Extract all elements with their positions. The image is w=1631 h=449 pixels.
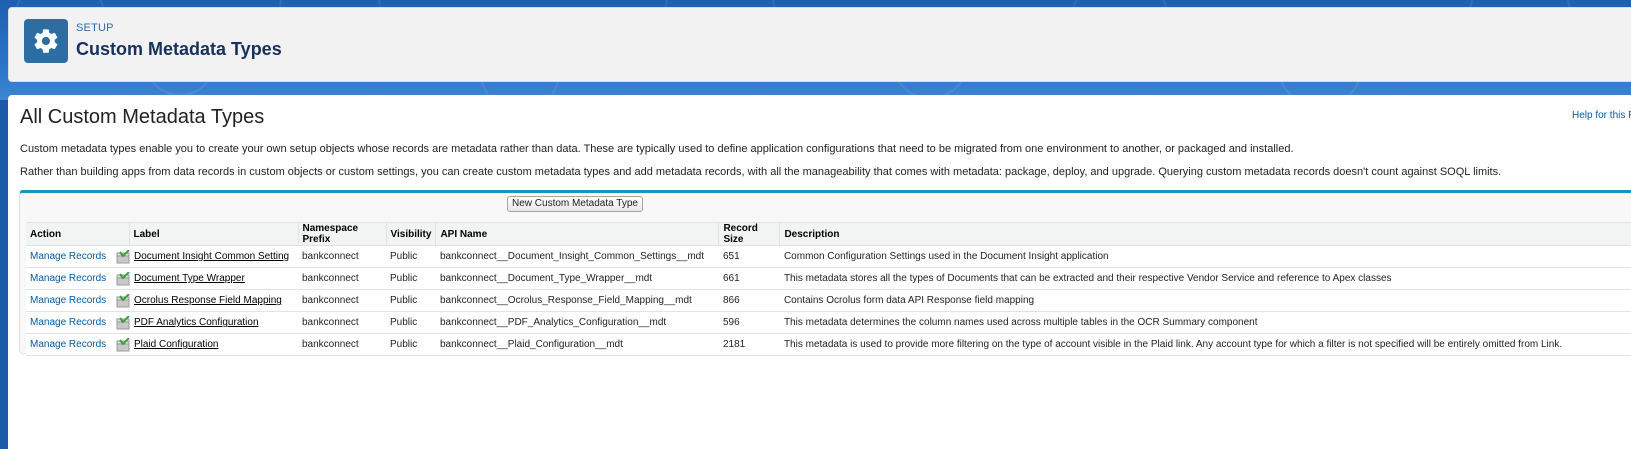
- page-title: All Custom Metadata Types: [20, 106, 265, 128]
- table-row: Manage Records PDF Analytics Configurati…: [26, 311, 1631, 334]
- main-content: All Custom Metadata Types Help for this …: [8, 95, 1631, 449]
- installed-package-icon: [116, 292, 130, 308]
- new-custom-metadata-type-button[interactable]: New Custom Metadata Type: [507, 196, 643, 212]
- column-header-visibility[interactable]: Visibility: [386, 222, 437, 246]
- type-label-link[interactable]: PDF Analytics Configuration: [134, 317, 259, 328]
- record-size-cell: 866: [718, 289, 780, 312]
- table-row: Manage Records Document Type Wrapper ban…: [26, 267, 1631, 290]
- manage-records-link[interactable]: Manage Records: [30, 295, 106, 306]
- intro-paragraph-2: Rather than building apps from data reco…: [20, 166, 1502, 178]
- column-header-description[interactable]: Description: [779, 222, 1631, 246]
- visibility-cell: Public: [386, 289, 436, 312]
- table-header-row: Action Label Namespace Prefix Visibility…: [26, 222, 1631, 246]
- namespace-cell: bankconnect: [298, 267, 386, 290]
- gear-icon: [34, 29, 58, 53]
- table-row: Manage Records Ocrolus Response Field Ma…: [26, 289, 1631, 312]
- manage-records-link[interactable]: Manage Records: [30, 317, 106, 328]
- record-size-cell: 596: [718, 311, 780, 334]
- column-header-namespace-prefix[interactable]: Namespace Prefix: [298, 222, 387, 246]
- description-cell: This metadata is used to provide more fi…: [779, 333, 1631, 356]
- api-name-cell: bankconnect__Plaid_Configuration__mdt: [435, 333, 719, 356]
- column-header-record-size[interactable]: Record Size: [718, 222, 781, 246]
- header-title: Custom Metadata Types: [76, 39, 282, 59]
- table-row: Manage Records Document Insight Common S…: [26, 245, 1631, 268]
- intro-paragraph-1: Custom metadata types enable you to crea…: [20, 143, 1294, 155]
- description-cell: Contains Ocrolus form data API Response …: [779, 289, 1631, 312]
- type-label-link[interactable]: Ocrolus Response Field Mapping: [134, 295, 282, 306]
- record-size-cell: 661: [718, 267, 780, 290]
- description-cell: Common Configuration Settings used in th…: [779, 245, 1631, 268]
- installed-package-icon: [116, 248, 130, 264]
- type-label-link[interactable]: Document Type Wrapper: [134, 273, 245, 284]
- manage-records-link[interactable]: Manage Records: [30, 251, 106, 262]
- api-name-cell: bankconnect__PDF_Analytics_Configuration…: [435, 311, 719, 334]
- api-name-cell: bankconnect__Ocrolus_Response_Field_Mapp…: [435, 289, 719, 312]
- record-size-cell: 651: [718, 245, 780, 268]
- metadata-types-table: Action Label Namespace Prefix Visibility…: [26, 222, 1631, 356]
- description-cell: This metadata stores all the types of Do…: [779, 267, 1631, 290]
- type-label-link[interactable]: Plaid Configuration: [134, 339, 219, 350]
- table-row: Manage Records Plaid Configuration bankc…: [26, 333, 1631, 356]
- manage-records-link[interactable]: Manage Records: [30, 273, 106, 284]
- installed-package-icon: [116, 336, 130, 352]
- column-header-label[interactable]: Label: [129, 222, 299, 246]
- header-eyebrow: SETUP: [76, 22, 114, 34]
- installed-package-icon: [116, 314, 130, 330]
- installed-package-icon: [116, 270, 130, 286]
- manage-records-link[interactable]: Manage Records: [30, 339, 106, 350]
- namespace-cell: bankconnect: [298, 311, 386, 334]
- type-label-link[interactable]: Document Insight Common Setting: [134, 251, 289, 262]
- namespace-cell: bankconnect: [298, 289, 386, 312]
- record-size-cell: 2181: [718, 333, 780, 356]
- api-name-cell: bankconnect__Document_Type_Wrapper__mdt: [435, 267, 719, 290]
- page-header: SETUP Custom Metadata Types: [8, 7, 1631, 82]
- metadata-types-list: New Custom Metadata Type Action Label Na…: [19, 190, 1631, 356]
- column-header-api-name[interactable]: API Name: [435, 222, 720, 246]
- api-name-cell: bankconnect__Document_Insight_Common_Set…: [435, 245, 719, 268]
- description-cell: This metadata determines the column name…: [779, 311, 1631, 334]
- visibility-cell: Public: [386, 333, 436, 356]
- help-link[interactable]: Help for this P: [1572, 110, 1631, 121]
- namespace-cell: bankconnect: [298, 333, 386, 356]
- visibility-cell: Public: [386, 311, 436, 334]
- visibility-cell: Public: [386, 267, 436, 290]
- namespace-cell: bankconnect: [298, 245, 386, 268]
- column-header-action: Action: [26, 222, 130, 246]
- visibility-cell: Public: [386, 245, 436, 268]
- setup-icon-tile: [24, 19, 68, 63]
